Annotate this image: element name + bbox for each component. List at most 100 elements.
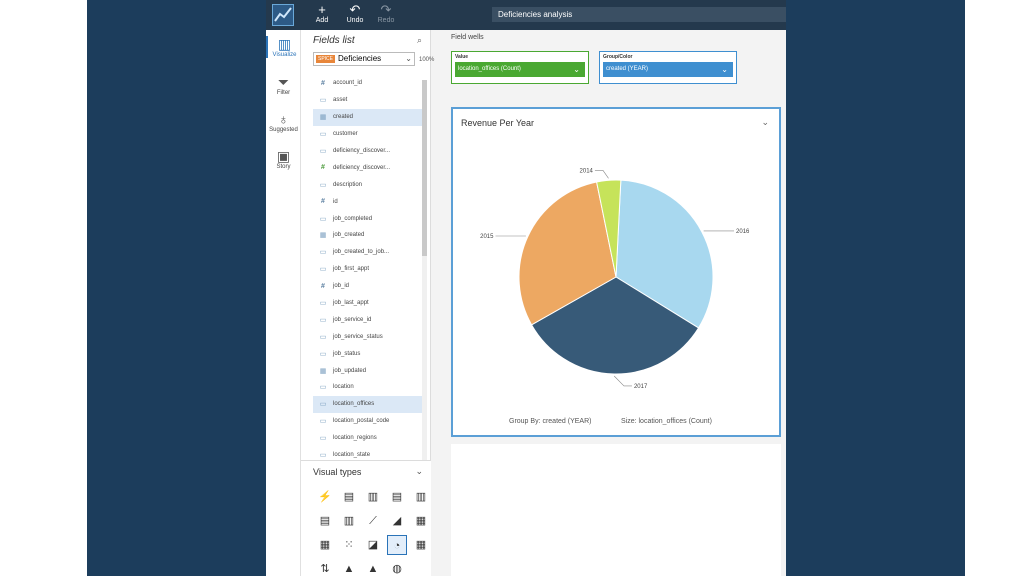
dimension-icon: ▭ [319, 384, 327, 392]
field-label: job_last_appt [333, 300, 369, 307]
measure-icon: # [321, 164, 325, 172]
redo-button[interactable]: ↷ Redo [368, 3, 404, 27]
field-item[interactable]: ▦ created [313, 108, 423, 126]
field-item[interactable]: ▭ job_service_status [313, 328, 423, 345]
visual-type-icon[interactable]: ◪ [363, 535, 383, 555]
field-item[interactable]: ▭ location_offices [313, 395, 423, 413]
fields-list-title: Fields list [313, 35, 355, 46]
field-item[interactable]: # job_id [313, 278, 423, 295]
dimension-icon: ▭ [319, 148, 327, 155]
field-item[interactable]: ▭ job_status [313, 345, 423, 362]
field-label: location_regions [333, 435, 377, 442]
pie-label: 2017 [634, 384, 648, 390]
field-label: location [333, 384, 354, 391]
field-label: deficiency_discover... [333, 148, 391, 154]
visual-type-icon[interactable]: ⚡ [315, 487, 335, 507]
group-color-well[interactable]: Group/Color created (YEAR) ⌄ [599, 51, 737, 84]
field-label: location_offices [333, 401, 375, 408]
measure-icon: # [321, 198, 325, 206]
visual-type-icon[interactable]: ▦ [411, 511, 431, 531]
rail-item-suggested[interactable]: ♁ Suggested [266, 111, 301, 133]
field-item[interactable]: # deficiency_discover... [313, 159, 423, 176]
dimension-icon: ▭ [319, 418, 327, 426]
fields-scrollbar[interactable] [422, 80, 427, 460]
value-field-pill[interactable]: location_offices (Count) ⌄ [455, 62, 585, 77]
field-item[interactable]: ▭ asset [313, 92, 423, 109]
visual-type-icon[interactable]: ▦ [315, 535, 335, 555]
field-label: account_id [333, 80, 363, 87]
field-item[interactable]: ▭ job_last_appt [313, 295, 423, 312]
field-label: job_completed [333, 215, 373, 222]
visual-type-icon[interactable]: ▥ [411, 487, 431, 507]
field-label: asset [333, 97, 348, 104]
value-well-title: Value [455, 54, 469, 60]
field-label: deficiency_discover... [333, 164, 391, 171]
dimension-icon: ▭ [319, 181, 327, 189]
visual-type-icon[interactable]: ▤ [339, 487, 359, 507]
visual-type-icon[interactable]: ⇅ [315, 559, 335, 576]
field-label: job_service_id [333, 316, 372, 323]
dataset-select[interactable]: SPICE Deficiencies ⌄ [313, 52, 415, 66]
visual-type-icon[interactable]: ◔ [387, 535, 407, 555]
field-item[interactable]: ▭ location_regions [313, 430, 423, 447]
rail-item-visualize[interactable]: ▥ Visualize [266, 36, 301, 58]
add-button[interactable]: + Add [304, 3, 340, 27]
visual-type-icon[interactable]: ▤ [387, 487, 407, 507]
group-well-title: Group/Color [603, 54, 633, 60]
analysis-name-field[interactable]: Deficiencies analysis [492, 7, 786, 22]
chevron-down-icon[interactable]: ⌄ [415, 466, 423, 477]
field-item[interactable]: ▭ description [313, 176, 423, 193]
measure-icon: # [321, 79, 325, 87]
dimension-icon: ▭ [319, 333, 327, 341]
value-well[interactable]: Value location_offices (Count) ⌄ [451, 51, 589, 84]
pie-label: 2016 [736, 229, 750, 235]
field-item[interactable]: ▭ job_created_to_job... [313, 244, 423, 261]
field-item[interactable]: ▭ job_first_appt [313, 261, 423, 278]
field-item[interactable]: ▦ job_created [313, 227, 423, 244]
visual-type-icon[interactable]: ▲ [339, 559, 359, 576]
empty-visual-area [451, 444, 781, 576]
field-item[interactable]: ▭ location_postal_code [313, 413, 423, 430]
visual-type-icon[interactable]: ▲ [363, 559, 383, 576]
rail-item-filter[interactable]: ⏷ Filter [266, 74, 301, 96]
calendar-icon: ▦ [319, 367, 327, 375]
group-field-pill[interactable]: created (YEAR) ⌄ [603, 62, 733, 77]
field-item[interactable]: # id [313, 193, 423, 210]
field-item[interactable]: ▭ job_completed [313, 210, 423, 227]
search-icon[interactable]: ⌕ [417, 35, 422, 46]
field-label: created [333, 114, 354, 121]
measure-icon: # [321, 282, 325, 290]
dimension-icon: ▭ [319, 97, 327, 105]
field-item[interactable]: ▦ job_updated [313, 362, 423, 379]
pie-leader-line [594, 169, 609, 179]
visual-type-icon[interactable]: ▥ [339, 511, 359, 531]
field-item[interactable]: # account_id [313, 75, 423, 92]
fields-scroll-thumb[interactable] [422, 80, 427, 256]
visual-type-icon[interactable]: ⁙ [339, 535, 359, 555]
field-item[interactable]: ▭ job_service_id [313, 311, 423, 328]
field-label: job_updated [333, 367, 367, 374]
dimension-icon: ▭ [319, 401, 327, 409]
field-label: id [333, 198, 338, 205]
redo-icon: ↷ [380, 2, 392, 17]
field-item[interactable]: ▭ location [313, 379, 423, 396]
visual-card[interactable]: Revenue Per Year ⌄ 2016 2017 2015 2014 Grou… [451, 107, 781, 437]
dimension-icon: ▭ [319, 435, 327, 443]
fields-panel: Fields list ⌕ SPICE Deficiencies ⌄ 100% #… [301, 30, 434, 460]
rail-item-story[interactable]: ▣ Story [266, 148, 301, 170]
chevron-down-icon: ⌄ [405, 54, 412, 63]
bar-chart-icon: ▥ [277, 36, 292, 52]
field-label: job_first_appt [333, 266, 370, 273]
field-item[interactable]: ▭ customer [313, 126, 423, 143]
app-logo[interactable] [272, 4, 294, 26]
dimension-icon: ▭ [319, 266, 327, 274]
visual-type-icon[interactable]: ◍ [387, 559, 407, 576]
field-item[interactable]: ▭ deficiency_discover... [313, 143, 423, 160]
play-icon: ▣ [276, 148, 291, 164]
visual-type-icon[interactable]: ▦ [411, 535, 431, 555]
dimension-icon: ▭ [319, 215, 327, 223]
visual-type-icon[interactable]: ⟋ [363, 511, 383, 531]
visual-type-icon[interactable]: ◢ [387, 511, 407, 531]
visual-type-icon[interactable]: ▥ [363, 487, 383, 507]
visual-type-icon[interactable]: ▤ [315, 511, 335, 531]
